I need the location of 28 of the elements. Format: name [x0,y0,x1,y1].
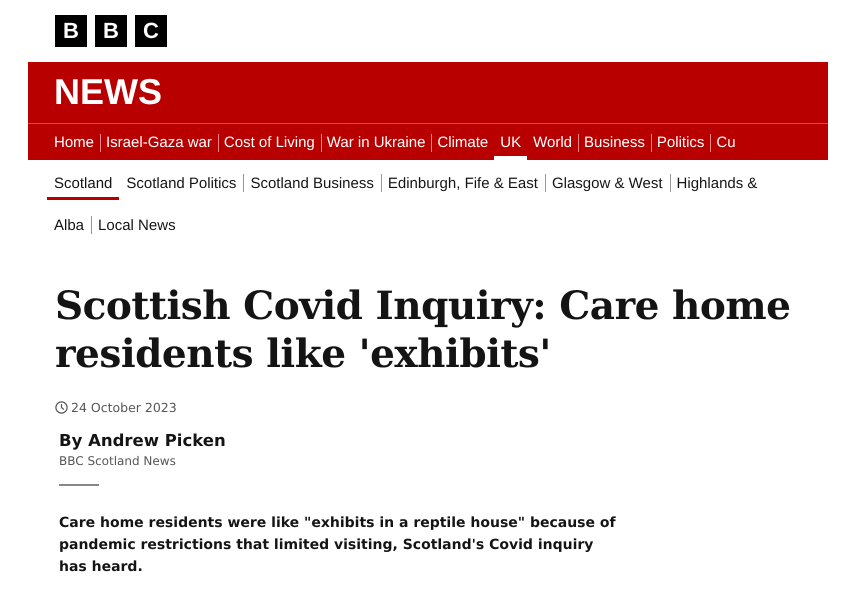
publish-date: 24 October 2023 [71,400,177,415]
subnav-link[interactable]: Local News [91,208,183,242]
subnav-link[interactable]: Scotland Business [243,166,381,200]
nav-link[interactable]: Climate [431,124,494,160]
subnav-link[interactable]: Edinburgh, Fife & East [380,166,545,200]
subnav-link[interactable]: Scotland [47,166,120,200]
nav-link[interactable]: Israel-Gaza war [100,124,218,160]
logo-letter: C [135,15,167,47]
subnav-link[interactable]: Glasgow & West [544,166,670,200]
nav-link[interactable]: Politics [650,124,710,160]
nav-link[interactable]: Home [48,124,100,160]
logo-letter: B [95,15,127,47]
headline: Scottish Covid Inquiry: Care home residents like 'exhibits' [55,282,792,378]
logo-letter: B [55,15,87,47]
banner-title: NEWS [53,70,163,114]
article-summary: Care home residents were like "exhibits in a reptile house" because of pandemic restrictions that limited visiting, Scotland's Covid inquiry has heard. [59,514,617,577]
subnav-link[interactable]: Highlands & [670,166,764,200]
author-organisation: BBC Scotland News [59,454,177,468]
nav-link[interactable]: War in Ukraine [320,124,432,160]
nav-link[interactable]: Cu [710,124,742,160]
author-name: By Andrew Picken [59,431,227,450]
clock-icon [55,401,68,414]
nav-link[interactable]: Business [578,124,651,160]
subnav-link[interactable]: Scotland Politics [119,166,244,200]
nav-link[interactable]: Cost of Living [218,124,321,160]
nav-link[interactable]: UK [494,124,528,160]
nav-link[interactable]: World [527,124,578,160]
subnav-link[interactable]: Alba [47,208,92,242]
